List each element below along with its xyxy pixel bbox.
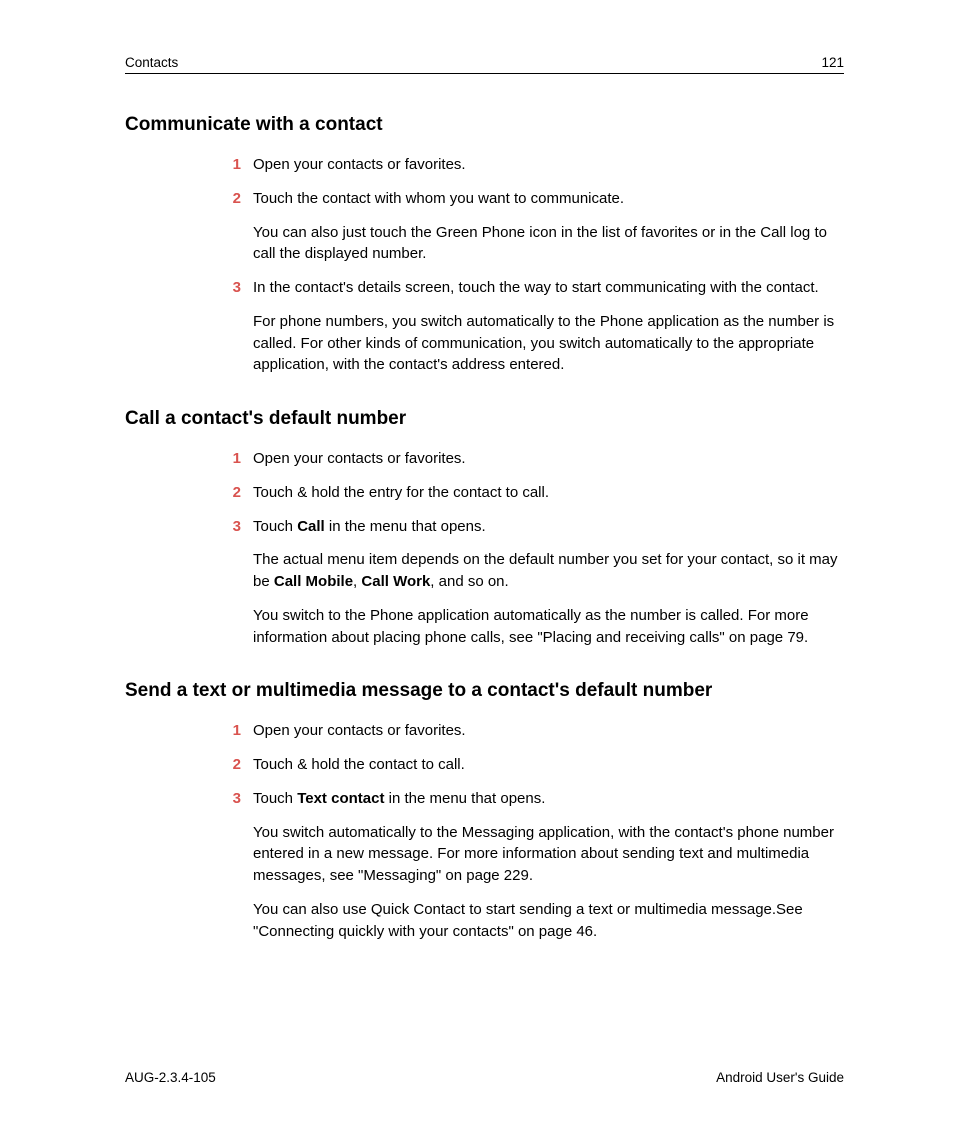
numbered-step: 1Open your contacts or favorites.: [225, 720, 844, 742]
step-text: Open your contacts or favorites.: [253, 154, 844, 176]
numbered-step: 2Touch the contact with whom you want to…: [225, 188, 844, 210]
section: Send a text or multimedia message to a c…: [125, 680, 844, 942]
step-followup: You switch automatically to the Messagin…: [253, 822, 844, 887]
numbered-step: 1Open your contacts or favorites.: [225, 448, 844, 470]
numbered-step: 1Open your contacts or favorites.: [225, 154, 844, 176]
step-text: Touch Call in the menu that opens.: [253, 516, 844, 538]
step-followup: You can also just touch the Green Phone …: [253, 222, 844, 266]
step-followup: You can also use Quick Contact to start …: [253, 899, 844, 943]
step-followup: You switch to the Phone application auto…: [253, 605, 844, 649]
step-number: 3: [225, 788, 253, 810]
step-number: 2: [225, 188, 253, 210]
step-text: Touch Text contact in the menu that open…: [253, 788, 844, 810]
step-followup: The actual menu item depends on the defa…: [253, 549, 844, 593]
step-number: 2: [225, 754, 253, 776]
step-number: 3: [225, 516, 253, 538]
page-footer: AUG-2.3.4-105 Android User's Guide: [125, 1070, 844, 1085]
section: Call a contact's default number 1Open you…: [125, 408, 844, 648]
step-text: Open your contacts or favorites.: [253, 720, 844, 742]
section-heading: Send a text or multimedia message to a c…: [125, 680, 844, 702]
footer-doc-id: AUG-2.3.4-105: [125, 1070, 216, 1085]
step-number: 1: [225, 448, 253, 470]
step-number: 1: [225, 154, 253, 176]
numbered-step: 3Touch Text contact in the menu that ope…: [225, 788, 844, 810]
numbered-step: 3In the contact's details screen, touch …: [225, 277, 844, 299]
section-heading: Communicate with a contact: [125, 114, 844, 136]
step-text: In the contact's details screen, touch t…: [253, 277, 844, 299]
step-text: Touch the contact with whom you want to …: [253, 188, 844, 210]
numbered-step: 2Touch & hold the entry for the contact …: [225, 482, 844, 504]
step-number: 1: [225, 720, 253, 742]
step-text: Open your contacts or favorites.: [253, 448, 844, 470]
step-text: Touch & hold the contact to call.: [253, 754, 844, 776]
step-followup: For phone numbers, you switch automatica…: [253, 311, 844, 376]
numbered-step: 3Touch Call in the menu that opens.: [225, 516, 844, 538]
page-content: Communicate with a contact1Open your con…: [125, 114, 844, 942]
header-section-name: Contacts: [125, 55, 178, 70]
page-header: Contacts 121: [125, 55, 844, 74]
header-page-number: 121: [821, 55, 844, 70]
step-number: 3: [225, 277, 253, 299]
numbered-step: 2Touch & hold the contact to call.: [225, 754, 844, 776]
section: Communicate with a contact 1Open your con…: [125, 114, 844, 376]
step-number: 2: [225, 482, 253, 504]
section-heading: Call a contact's default number: [125, 408, 844, 430]
footer-doc-title: Android User's Guide: [716, 1070, 844, 1085]
step-text: Touch & hold the entry for the contact t…: [253, 482, 844, 504]
